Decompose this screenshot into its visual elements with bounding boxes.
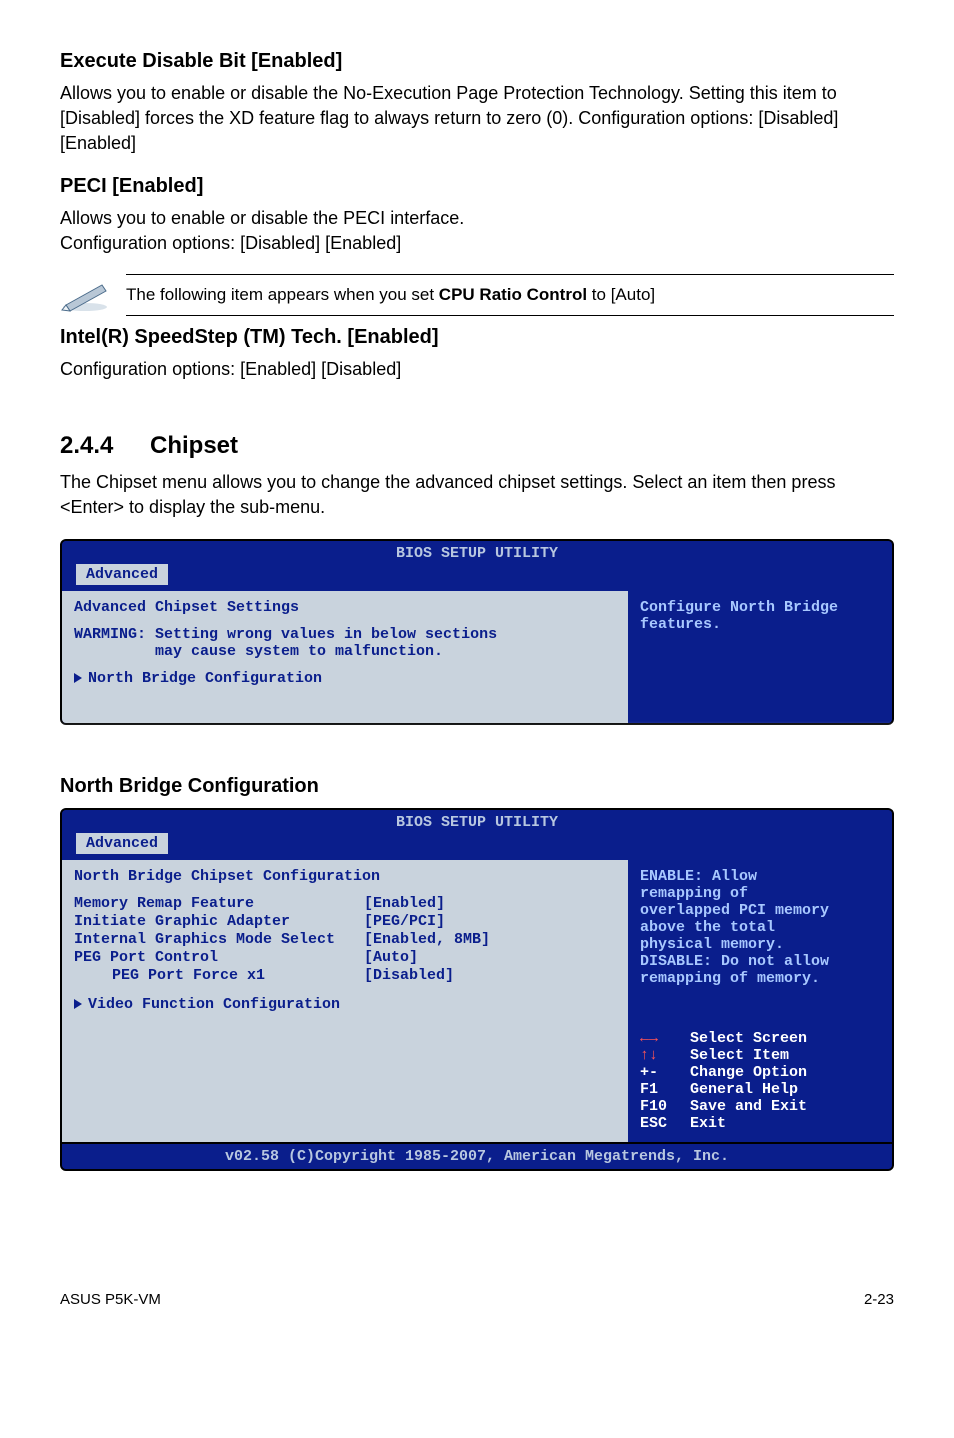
bios1-help2: features. bbox=[640, 616, 880, 633]
bios2-help-6: DISABLE: Do not allow bbox=[640, 953, 880, 970]
heading-chipset-num: 2.4.4 bbox=[60, 432, 150, 460]
bios1-right: Configure North Bridge features. bbox=[628, 591, 892, 723]
bios2-val-4: [Disabled] bbox=[364, 967, 616, 984]
heading-chipset: 2.4.4Chipset bbox=[60, 432, 894, 460]
bios2-footer: v02.58 (C)Copyright 1985-2007, American … bbox=[62, 1142, 892, 1169]
bios1-left: Advanced Chipset Settings WARMING: Setti… bbox=[62, 591, 628, 723]
bios2-link-text: Video Function Configuration bbox=[88, 996, 340, 1013]
heading-peci: PECI [Enabled] bbox=[60, 175, 894, 198]
bios2-help-7: remapping of memory. bbox=[640, 970, 880, 987]
bios2-label-2: Internal Graphics Mode Select bbox=[74, 931, 364, 948]
bios2-val-2: [Enabled, 8MB] bbox=[364, 931, 616, 948]
bios2-row-peg-port-force[interactable]: PEG Port Force x1 [Disabled] bbox=[74, 967, 616, 984]
key-ud-icon: ↑↓ bbox=[640, 1047, 690, 1064]
key-plusminus-text: Change Option bbox=[690, 1064, 807, 1081]
bios1-tab-advanced[interactable]: Advanced bbox=[76, 564, 168, 585]
body-chipset: The Chipset menu allows you to change th… bbox=[60, 470, 894, 520]
bios2-val-3: [Auto] bbox=[364, 949, 616, 966]
bios2-row-memory-remap[interactable]: Memory Remap Feature [Enabled] bbox=[74, 895, 616, 912]
bios2-val-0: [Enabled] bbox=[364, 895, 616, 912]
bios2-title: BIOS SETUP UTILITY bbox=[62, 810, 892, 833]
bios2-help-0: ENABLE: Allow bbox=[640, 868, 880, 885]
bios2-help-1: remapping of bbox=[640, 885, 880, 902]
bios1-link-text: North Bridge Configuration bbox=[88, 670, 322, 687]
bios1-title: BIOS SETUP UTILITY bbox=[62, 541, 892, 564]
bios2-label-3: PEG Port Control bbox=[74, 949, 364, 966]
key-esc: ESC bbox=[640, 1115, 690, 1132]
bios1-tabs: Advanced bbox=[62, 564, 892, 591]
bios-panel-1: BIOS SETUP UTILITY Advanced Advanced Chi… bbox=[60, 539, 894, 725]
bios2-row-peg-port-control[interactable]: PEG Port Control [Auto] bbox=[74, 949, 616, 966]
page-footer-right: 2-23 bbox=[864, 1291, 894, 1308]
note-suffix: to [Auto] bbox=[587, 285, 655, 304]
key-f10-text: Save and Exit bbox=[690, 1098, 807, 1115]
key-lr-text: Select Screen bbox=[690, 1030, 807, 1047]
bios2-label-4: PEG Port Force x1 bbox=[74, 967, 364, 984]
body-speedstep: Configuration options: [Enabled] [Disabl… bbox=[60, 357, 894, 382]
bios2-val-1: [PEG/PCI] bbox=[364, 913, 616, 930]
bios2-label-0: Memory Remap Feature bbox=[74, 895, 364, 912]
body-peci-2: Configuration options: [Disabled] [Enabl… bbox=[60, 231, 894, 256]
note-prefix: The following item appears when you set bbox=[126, 285, 439, 304]
bios2-row-initiate-graphic[interactable]: Initiate Graphic Adapter [PEG/PCI] bbox=[74, 913, 616, 930]
body-peci-1: Allows you to enable or disable the PECI… bbox=[60, 206, 894, 231]
body-execute-disable: Allows you to enable or disable the No-E… bbox=[60, 81, 894, 157]
bios1-warn1: WARMING: Setting wrong values in below s… bbox=[74, 626, 497, 643]
key-f1-text: General Help bbox=[690, 1081, 798, 1098]
bios2-help-2: overlapped PCI memory bbox=[640, 902, 880, 919]
heading-speedstep: Intel(R) SpeedStep (TM) Tech. [Enabled] bbox=[60, 326, 894, 349]
triangle-icon bbox=[74, 673, 82, 683]
triangle-icon bbox=[74, 999, 82, 1009]
bios2-label-1: Initiate Graphic Adapter bbox=[74, 913, 364, 930]
bios2-keys: ←→Select Screen ↑↓Select Item +-Change O… bbox=[640, 1030, 880, 1132]
bios1-heading: Advanced Chipset Settings bbox=[74, 599, 616, 616]
note-text: The following item appears when you set … bbox=[126, 274, 894, 316]
heading-north-bridge: North Bridge Configuration bbox=[60, 775, 894, 798]
key-esc-text: Exit bbox=[690, 1115, 726, 1132]
heading-chipset-title: Chipset bbox=[150, 432, 238, 459]
key-f1: F1 bbox=[640, 1081, 690, 1098]
key-f10: F10 bbox=[640, 1098, 690, 1115]
key-plusminus: +- bbox=[640, 1064, 690, 1081]
bios1-warning: WARMING: Setting wrong values in below s… bbox=[74, 626, 616, 660]
key-ud-text: Select Item bbox=[690, 1047, 789, 1064]
bios2-left: North Bridge Chipset Configuration Memor… bbox=[62, 860, 628, 1142]
note-bold: CPU Ratio Control bbox=[439, 285, 587, 304]
bios2-help-3: above the total bbox=[640, 919, 880, 936]
bios2-right: ENABLE: Allow remapping of overlapped PC… bbox=[628, 860, 892, 1142]
bios-panel-2: BIOS SETUP UTILITY Advanced North Bridge… bbox=[60, 808, 894, 1171]
bios2-heading: North Bridge Chipset Configuration bbox=[74, 868, 616, 885]
note-row: The following item appears when you set … bbox=[60, 274, 894, 316]
bios2-link-video-function[interactable]: Video Function Configuration bbox=[74, 996, 616, 1013]
pencil-icon bbox=[60, 277, 110, 313]
bios1-help1: Configure North Bridge bbox=[640, 599, 880, 616]
bios1-warn2: may cause system to malfunction. bbox=[74, 643, 443, 660]
page-footer-left: ASUS P5K-VM bbox=[60, 1291, 161, 1308]
key-lr-icon: ←→ bbox=[640, 1030, 690, 1047]
heading-execute-disable: Execute Disable Bit [Enabled] bbox=[60, 50, 894, 73]
bios2-help-4: physical memory. bbox=[640, 936, 880, 953]
page-footer: ASUS P5K-VM 2-23 bbox=[60, 1291, 894, 1308]
bios1-link-north-bridge[interactable]: North Bridge Configuration bbox=[74, 670, 616, 687]
bios2-row-internal-graphics[interactable]: Internal Graphics Mode Select [Enabled, … bbox=[74, 931, 616, 948]
bios2-tab-advanced[interactable]: Advanced bbox=[76, 833, 168, 854]
bios2-tabs: Advanced bbox=[62, 833, 892, 860]
